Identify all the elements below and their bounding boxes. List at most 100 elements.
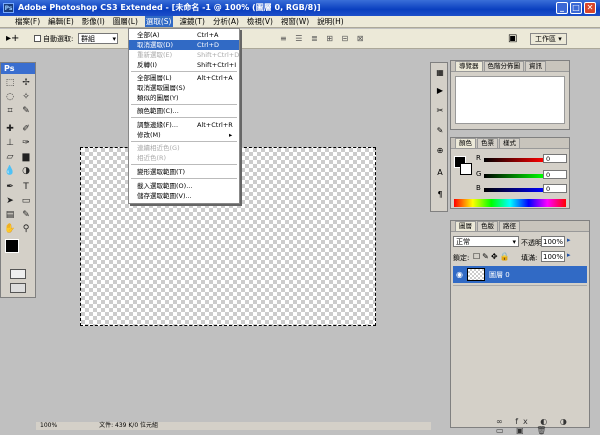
color-spectrum-bar[interactable] [454, 199, 566, 207]
navigator-preview[interactable] [455, 76, 565, 124]
tab-info[interactable]: 資訊 [525, 61, 546, 71]
opacity-arrow-icon[interactable]: ▸ [567, 236, 571, 244]
menu-item-load-selection[interactable]: 載入選取範圍(O)... [129, 181, 239, 191]
tab-styles[interactable]: 樣式 [499, 138, 520, 148]
menu-filter[interactable]: 濾鏡(T) [179, 16, 206, 27]
lasso-tool-icon[interactable]: ◌ [4, 91, 16, 103]
menu-item-similar[interactable]: 相近色(R) [129, 153, 239, 163]
color-bg-swatch[interactable] [460, 163, 472, 175]
eye-icon[interactable]: ◉ [456, 270, 463, 279]
channel-r-slider[interactable] [484, 158, 544, 162]
menu-item-inverse[interactable]: 反轉(I) Shift+Ctrl+I [129, 60, 239, 70]
brushes-icon[interactable]: ✎ [434, 125, 446, 137]
tab-navigator[interactable]: 導覽器 [455, 61, 483, 71]
distribute-buttons[interactable]: ≡ ☰ ≣ ⊞ ⊟ ⊠ [280, 34, 366, 43]
menu-item-deselect[interactable]: 取消選取(D) Ctrl+D [129, 40, 239, 50]
path-select-icon[interactable]: ➤ [4, 195, 16, 207]
channel-g-slider[interactable] [484, 174, 544, 178]
menu-item-transform-selection[interactable]: 變形選取範圍(T) [129, 167, 239, 177]
minimize-button[interactable]: _ [556, 2, 568, 14]
eraser-tool-icon[interactable]: ▱ [4, 151, 16, 163]
menu-item-grow[interactable]: 連續相近色(G) [129, 143, 239, 153]
menu-view[interactable]: 檢視(V) [246, 16, 274, 27]
blur-tool-icon[interactable]: 💧 [4, 165, 16, 177]
workspace-button[interactable]: 工作區 ▾ [530, 33, 567, 45]
shape-tool-icon[interactable]: ▭ [20, 195, 32, 207]
channel-b-slider[interactable] [484, 188, 544, 192]
menu-item-refine-edge[interactable]: 調整邊緣(F)... Alt+Ctrl+R [129, 120, 239, 130]
paragraph-icon[interactable]: ¶ [434, 189, 446, 201]
auto-select-dropdown[interactable]: 群組 ▾ [78, 33, 118, 44]
tab-paths[interactable]: 路徑 [499, 221, 520, 231]
channel-g-value[interactable]: 0 [543, 170, 567, 179]
menu-select[interactable]: 選取(S) [144, 16, 173, 27]
menu-window[interactable]: 視窗(W) [280, 16, 310, 27]
blend-mode-dropdown[interactable]: 正常 ▾ [453, 236, 519, 247]
menu-separator [131, 104, 237, 105]
history-icon[interactable]: ▦ [434, 67, 446, 79]
gradient-tool-icon[interactable]: ▆ [20, 151, 32, 163]
opacity-input[interactable]: 100% [541, 236, 565, 247]
menu-item-save-selection[interactable]: 儲存選取範圍(V)... [129, 191, 239, 201]
menu-item-all-layers[interactable]: 全部圖層(L) Alt+Ctrl+A [129, 73, 239, 83]
menu-file[interactable]: 檔案(F) [14, 16, 41, 27]
type-tool-icon[interactable]: T [20, 181, 32, 193]
fill-arrow-icon[interactable]: ▸ [567, 251, 571, 259]
tab-color[interactable]: 顏色 [455, 138, 476, 148]
tab-layers[interactable]: 圖層 [455, 221, 476, 231]
tab-swatches[interactable]: 色票 [477, 138, 498, 148]
actions-icon[interactable]: ▶ [434, 85, 446, 97]
menu-item-modify[interactable]: 修改(M) ▸ [129, 130, 239, 140]
channel-b-value[interactable]: 0 [543, 184, 567, 193]
menu-edit[interactable]: 編輯(E) [47, 16, 75, 27]
maximize-button[interactable]: □ [570, 2, 582, 14]
pen-tool-icon[interactable]: ✒ [4, 181, 16, 193]
move-tool-icon[interactable]: ✢ [20, 77, 32, 89]
tab-channels[interactable]: 色版 [477, 221, 498, 231]
clone-source-icon[interactable]: ⊕ [434, 145, 446, 157]
document-info[interactable]: 文件: 439 K/0 位元組 [99, 422, 158, 429]
close-button[interactable]: ✕ [584, 2, 596, 14]
channel-r-value[interactable]: 0 [543, 154, 567, 163]
magic-wand-icon[interactable]: ✧ [20, 91, 32, 103]
menu-image[interactable]: 影像(I) [81, 16, 106, 27]
toolbox-header: Ps [1, 63, 35, 74]
screen-mode-icon[interactable] [10, 283, 26, 293]
brush-tool-icon[interactable]: ✐ [20, 123, 32, 135]
quick-mask-icon[interactable] [10, 269, 26, 279]
menu-item-reselect[interactable]: 重新選取(E) Shift+Ctrl+D [129, 50, 239, 60]
tab-histogram[interactable]: 色階分佈圖 [483, 61, 524, 71]
move-tool-icon[interactable]: ▸+ [6, 33, 19, 44]
hand-tool-icon[interactable]: ✋ [4, 223, 16, 235]
notes-tool-icon[interactable]: ▤ [4, 209, 16, 221]
crop-tool-icon[interactable]: ⌗ [4, 105, 16, 117]
foreground-color-swatch[interactable] [5, 239, 19, 253]
palette-well-icon[interactable]: ▣ [508, 33, 517, 44]
history-brush-icon[interactable]: ✑ [20, 137, 32, 149]
menu-help[interactable]: 說明(H) [316, 16, 345, 27]
menu-item-similar-layers[interactable]: 類似的圖層(Y) [129, 93, 239, 103]
layer-bottom-buttons[interactable]: ∞ fx ◐ ◑ ▭ ▣ 🗑 [496, 417, 589, 435]
slice-tool-icon[interactable]: ✎ [20, 105, 32, 117]
menu-analysis[interactable]: 分析(A) [212, 16, 240, 27]
healing-brush-icon[interactable]: ✚ [4, 123, 16, 135]
layer-row[interactable]: ◉ 圖層 0 [453, 266, 587, 283]
lock-icons[interactable]: ☐✎✥🔒 [473, 252, 512, 261]
auto-select-checkbox[interactable] [34, 35, 41, 42]
zoom-level[interactable]: 100% [40, 422, 57, 429]
menu-layer[interactable]: 圖層(L) [112, 16, 139, 27]
stamp-tool-icon[interactable]: ⊥ [4, 137, 16, 149]
character-icon[interactable]: A [434, 167, 446, 179]
menu-item-color-range[interactable]: 顏色範圍(C)... [129, 106, 239, 116]
layers-list-empty [453, 285, 587, 413]
layer-name[interactable]: 圖層 0 [489, 270, 510, 280]
menu-separator [131, 71, 237, 72]
menu-item-deselect-layers[interactable]: 取消選取圖層(S) [129, 83, 239, 93]
tool-presets-icon[interactable]: ✂ [434, 105, 446, 117]
zoom-tool-icon[interactable]: ⚲ [20, 223, 32, 235]
menu-item-all[interactable]: 全部(A) Ctrl+A [129, 30, 239, 40]
eyedropper-icon[interactable]: ✎ [20, 209, 32, 221]
marquee-tool-icon[interactable]: ⬚ [4, 77, 16, 89]
dodge-tool-icon[interactable]: ◑ [20, 165, 32, 177]
fill-input[interactable]: 100% [541, 251, 565, 262]
